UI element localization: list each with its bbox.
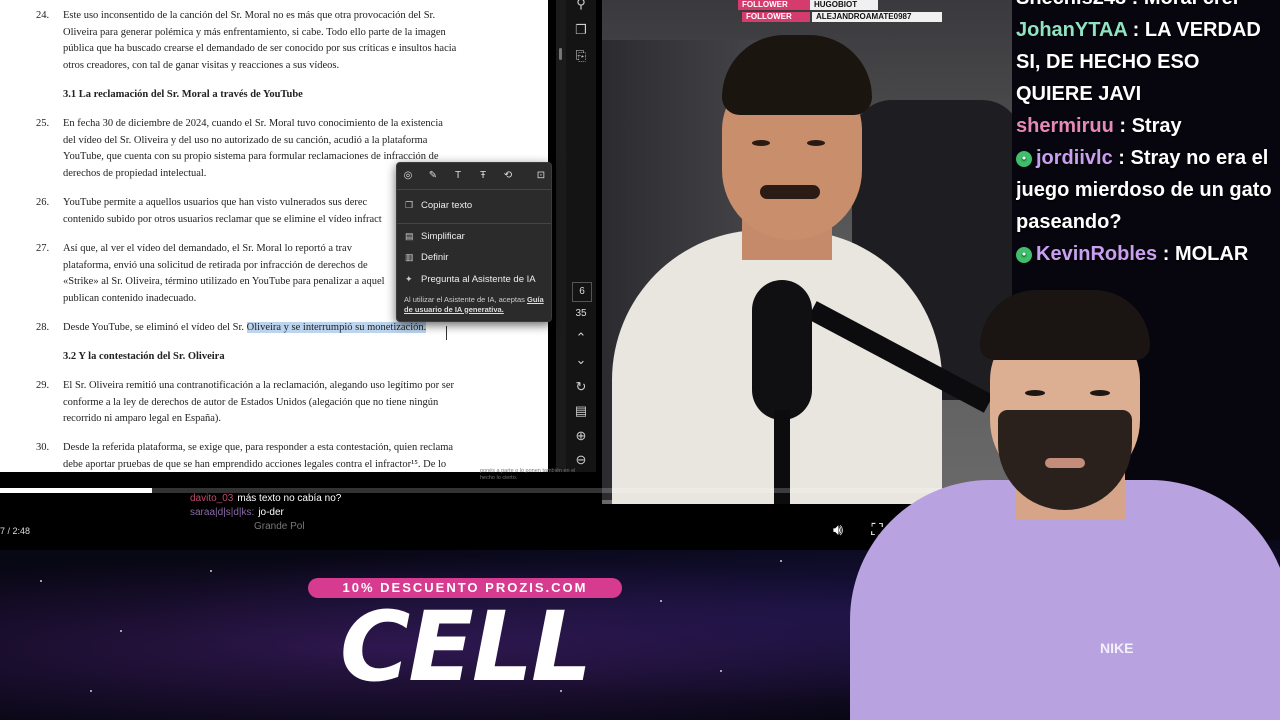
ask-ai-item[interactable]: ✦ Pregunta al Asistente de IA bbox=[405, 270, 545, 288]
page-total: 35 bbox=[575, 308, 587, 319]
microphone bbox=[752, 280, 812, 420]
simplify-icon: ▤ bbox=[405, 231, 414, 241]
video-chat-overlay: davito_03 más texto no cabía no? saraa|d|… bbox=[190, 492, 341, 534]
context-menu: ◎ ✎ T Ŧ ⟲ ⊡ ❐ Copiar texto ▤ Simplificar ▥… bbox=[396, 162, 552, 322]
chat-username[interactable]: Shechis248 bbox=[1016, 0, 1126, 9]
subscriber-badge-icon: ● bbox=[1016, 246, 1032, 263]
chevron-up-icon[interactable]: ⌃ bbox=[571, 328, 591, 348]
shirt-logo: NIKE bbox=[1100, 640, 1134, 656]
follower-alert-label: FOLLOWER bbox=[738, 0, 810, 10]
streamer-facecam: NIKE bbox=[830, 280, 1280, 720]
text-cursor bbox=[446, 326, 447, 340]
copy-icon: ❐ bbox=[405, 200, 414, 210]
chat-username[interactable]: shermiruu bbox=[1016, 115, 1114, 137]
text-line: debe aportar pruebas de que se han empre… bbox=[63, 458, 447, 470]
zoom-in-icon[interactable]: ⊕ bbox=[571, 426, 591, 446]
video-chat-row: davito_03 más texto no cabía no? bbox=[190, 493, 342, 504]
pin-icon[interactable]: ⚲ bbox=[571, 0, 591, 14]
document-fragment: ponés a parte o lo ponen también en el h… bbox=[480, 468, 576, 481]
comment-icon[interactable]: ◎ bbox=[401, 169, 415, 183]
text-line: El Sr. Oliveira remitió una contranotifi… bbox=[63, 380, 454, 391]
text-line: Desde YouTube, se eliminó el vídeo del S… bbox=[63, 322, 247, 333]
subscriber-badge-icon: ● bbox=[1016, 150, 1032, 167]
define-item[interactable]: ▥ Definir bbox=[405, 248, 545, 266]
follower-alert-name-2: ALEJANDROAMATE0987 bbox=[812, 12, 942, 22]
chat-username[interactable]: JohanYTAA bbox=[1016, 19, 1127, 41]
chat-message: JohanYTAA : LA VERDAD SI, DE HECHO ESO Q… bbox=[1016, 19, 1261, 105]
video-chat-row: saraa|d|s|d|ks: jo-der bbox=[190, 507, 284, 518]
chat-message: ● jordiivlc : Stray no era el juego mierd… bbox=[1016, 147, 1272, 233]
text-line: otros creadores, con tal de ganar visita… bbox=[63, 59, 340, 71]
sponsor-brand-logo: CELL bbox=[339, 591, 592, 703]
pen-icon[interactable]: ✎ bbox=[426, 169, 440, 183]
chat-username[interactable]: KevinRobles bbox=[1036, 243, 1157, 265]
text-icon[interactable]: T bbox=[451, 169, 465, 183]
chat-message: ● KevinRobles : MOLAR bbox=[1016, 238, 1280, 270]
chevron-down-icon[interactable]: ⌄ bbox=[571, 350, 591, 370]
text-line: recorrido ni amparo legal en España). bbox=[63, 413, 222, 424]
copy-text-item[interactable]: ❐ Copiar texto bbox=[405, 196, 545, 214]
scrollbar-thumb[interactable] bbox=[559, 48, 562, 60]
text-line: En fecha 30 de diciembre de 2024, cuando… bbox=[63, 118, 443, 129]
twitch-chat: Shechis248 : Moral crei JohanYTAA : LA V… bbox=[1016, 0, 1280, 290]
text-line: Oliveira para generar polémica y más enf… bbox=[63, 26, 446, 38]
document-icon[interactable]: ▤ bbox=[571, 401, 591, 421]
page-icon[interactable]: ⎘ bbox=[571, 46, 591, 66]
strikethrough-icon[interactable]: Ŧ bbox=[476, 169, 490, 183]
pdf-side-toolbar: ⚲ ❐ ⎘ 6 35 ⌃ ⌄ ↻ ▤ ⊕ ⊖ bbox=[566, 0, 596, 472]
text-line: del vídeo del Sr. Oliveira y del uso no … bbox=[63, 134, 428, 146]
page-number-input[interactable]: 6 bbox=[572, 282, 592, 302]
text-line: Desde la referida plataforma, se exige q… bbox=[63, 442, 454, 453]
text-line: Este uso inconsentido de la canción del … bbox=[63, 10, 436, 21]
ai-terms-note: Al utilizar el Asistente de IA, aceptas … bbox=[404, 295, 544, 314]
ai-assistant-icon: ✦ bbox=[405, 274, 413, 284]
chat-message: shermiruu : Stray bbox=[1016, 115, 1182, 137]
video-progress-fill bbox=[0, 488, 152, 493]
simplify-item[interactable]: ▤ Simplificar bbox=[405, 227, 545, 245]
context-toolbar: ◎ ✎ T Ŧ ⟲ ⊡ bbox=[397, 163, 551, 190]
video-chat-row: Grande Pol bbox=[254, 521, 305, 532]
follower-alert-label-2: FOLLOWER bbox=[742, 12, 810, 22]
copy-icon[interactable]: ❐ bbox=[571, 20, 591, 40]
chat-username[interactable]: jordiivlc bbox=[1036, 147, 1113, 169]
divider bbox=[397, 223, 551, 224]
zoom-out-icon[interactable]: ⊖ bbox=[571, 450, 591, 470]
chat-message: Shechis248 : Moral crei bbox=[1016, 0, 1280, 14]
book-icon: ▥ bbox=[405, 252, 414, 262]
rotate-icon[interactable]: ↻ bbox=[571, 377, 591, 397]
text-line: pública que ha buscado crearse el demand… bbox=[63, 43, 457, 54]
section-heading-3-2: 3.2 Y la contestación del Sr. Oliveira bbox=[63, 351, 225, 362]
section-heading-3-1: 3.1 La reclamación del Sr. Moral a travé… bbox=[63, 89, 303, 100]
selected-text[interactable]: Oliveira y se interrumpió su monetizació… bbox=[246, 322, 427, 333]
video-time: 7 / 2:48 bbox=[0, 526, 31, 536]
follower-alert-name: HUGOBIOT bbox=[810, 0, 878, 10]
text-line: conforme a la ley de derechos de autor d… bbox=[63, 396, 439, 408]
ai-icon[interactable]: ⟲ bbox=[501, 169, 515, 183]
more-icon[interactable]: ⊡ bbox=[534, 169, 548, 183]
